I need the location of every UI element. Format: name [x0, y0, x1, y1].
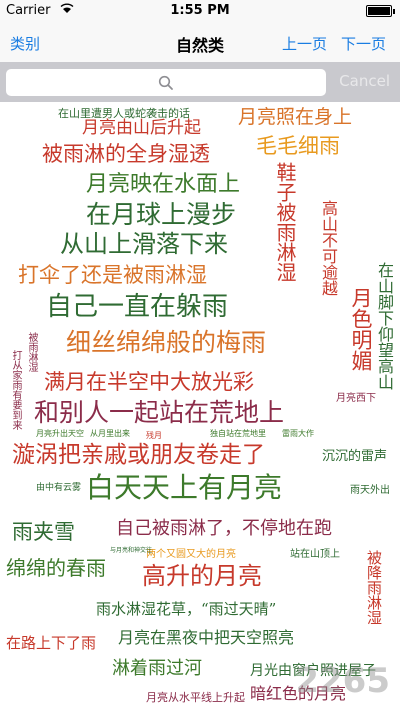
word-item[interactable]: 打从家雨有要到来: [10, 350, 21, 430]
word-item[interactable]: 在月球上漫步: [86, 202, 236, 227]
word-item[interactable]: 两个又圆又大的月亮: [146, 550, 236, 560]
word-item[interactable]: 站在山顶上: [290, 550, 340, 560]
word-item[interactable]: 月亮升出天空: [36, 430, 84, 438]
word-item[interactable]: 高升的月亮: [142, 564, 262, 588]
word-item[interactable]: 细丝绵绵般的梅雨: [66, 330, 266, 355]
word-item[interactable]: 满月在半空中大放光彩: [44, 372, 254, 393]
word-item[interactable]: 月亮在黑夜中把天空照亮: [118, 630, 294, 646]
word-item[interactable]: 鞋子被雨淋湿: [273, 162, 297, 282]
word-item[interactable]: 自己被雨淋了，不停地在跑: [116, 520, 332, 538]
watermark-logo: 2265: [295, 661, 390, 701]
word-cloud: 在山里遭男人或蛇袭击的话 月亮由山后升起 月亮照在身上 被雨淋的全身湿透 毛毛细…: [0, 102, 400, 711]
word-item[interactable]: 被雨淋湿: [26, 332, 37, 372]
word-item[interactable]: 月亮由山后升起: [82, 120, 201, 137]
word-item[interactable]: 自己一直在躲雨: [46, 294, 228, 320]
status-bar: Carrier 1:55 PM: [0, 0, 400, 22]
status-time: 1:55 PM: [170, 3, 230, 18]
search-input[interactable]: [6, 69, 326, 96]
word-item[interactable]: 残月: [146, 432, 162, 440]
word-item[interactable]: 独自站在荒地里: [210, 430, 266, 438]
word-item[interactable]: 从山上滑落下来: [60, 232, 228, 256]
battery-icon: [366, 5, 395, 17]
word-item[interactable]: 漩涡把亲戚或朋友卷走了: [12, 444, 265, 467]
search-bar: Cancel: [0, 62, 400, 102]
word-item[interactable]: 淋着雨过河: [112, 660, 202, 678]
word-item[interactable]: 白天天上有月亮: [86, 474, 282, 502]
next-page-button[interactable]: 下一页: [341, 33, 386, 54]
word-item[interactable]: 雨夹雪: [12, 522, 75, 543]
word-item[interactable]: 沉沉的雷声: [322, 450, 387, 463]
word-item[interactable]: 在路上下了雨: [6, 636, 96, 651]
word-item[interactable]: 月色明媚: [349, 287, 373, 371]
word-item[interactable]: 月亮映在水面上: [86, 174, 240, 196]
prev-page-button[interactable]: 上一页: [282, 33, 327, 54]
word-item[interactable]: 雨水淋湿花草，“雨过天晴”: [96, 602, 276, 617]
word-item[interactable]: 月亮西下: [336, 394, 376, 404]
word-item[interactable]: 由中有云雾: [36, 484, 81, 493]
word-item[interactable]: 被雨淋的全身湿透: [42, 144, 210, 165]
cancel-button[interactable]: Cancel: [339, 72, 390, 90]
word-item[interactable]: 与月亮和神交往: [110, 548, 152, 554]
navigation-bar: 类别 自然类 上一页 下一页: [0, 22, 400, 62]
word-item[interactable]: 月亮从水平线上升起: [146, 692, 245, 703]
word-item[interactable]: 月亮照在身上: [238, 108, 352, 127]
page-title: 自然类: [175, 36, 224, 55]
word-item[interactable]: 从月里出来: [90, 430, 130, 438]
word-item[interactable]: 绵绵的春雨: [6, 558, 106, 578]
word-item[interactable]: 高山不可逾越: [319, 200, 338, 296]
word-item[interactable]: 在山脚下仰望高山: [375, 262, 394, 390]
word-item[interactable]: 和别人一起站在荒地上: [34, 400, 284, 425]
word-item[interactable]: 雨天外出: [350, 486, 390, 496]
search-icon: [158, 75, 174, 91]
word-item[interactable]: 雷雨大作: [282, 430, 314, 438]
word-item[interactable]: 打伞了还是被雨淋湿: [18, 265, 207, 286]
word-item[interactable]: 被降雨淋湿: [365, 550, 383, 625]
word-item[interactable]: 毛毛细雨: [256, 136, 340, 157]
